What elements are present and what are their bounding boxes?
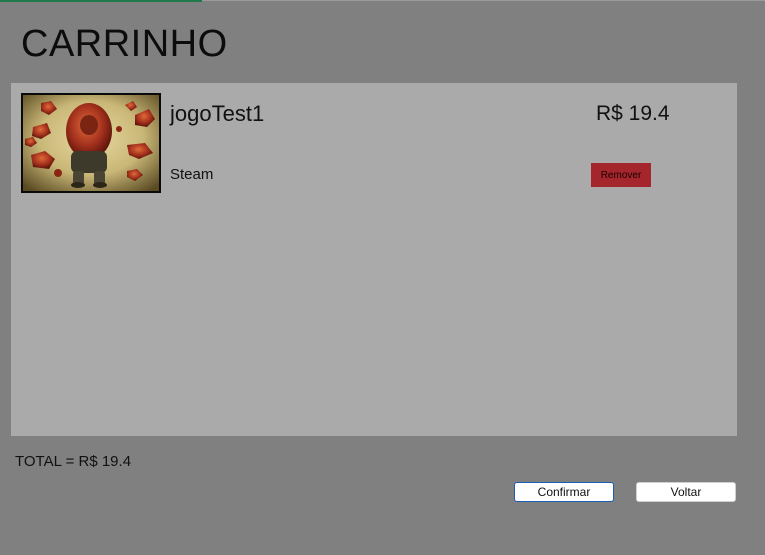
confirm-button[interactable]: Confirmar bbox=[514, 482, 614, 502]
page-title: CARRINHO bbox=[21, 23, 228, 65]
game-cover-image bbox=[21, 93, 161, 193]
back-button[interactable]: Voltar bbox=[636, 482, 736, 502]
remove-button[interactable]: Remover bbox=[591, 163, 651, 187]
game-platform: Steam bbox=[170, 166, 214, 183]
game-price: R$ 19.4 bbox=[596, 102, 670, 125]
cart-total: TOTAL = R$ 19.4 bbox=[15, 453, 132, 470]
window-top-border bbox=[202, 0, 765, 1]
cart-item: jogoTest1 Steam R$ 19.4 Remover bbox=[11, 83, 737, 203]
cart-list[interactable]: jogoTest1 Steam R$ 19.4 Remover bbox=[11, 83, 737, 436]
window-accent-bar bbox=[0, 0, 202, 2]
game-title: jogoTest1 bbox=[170, 101, 265, 126]
